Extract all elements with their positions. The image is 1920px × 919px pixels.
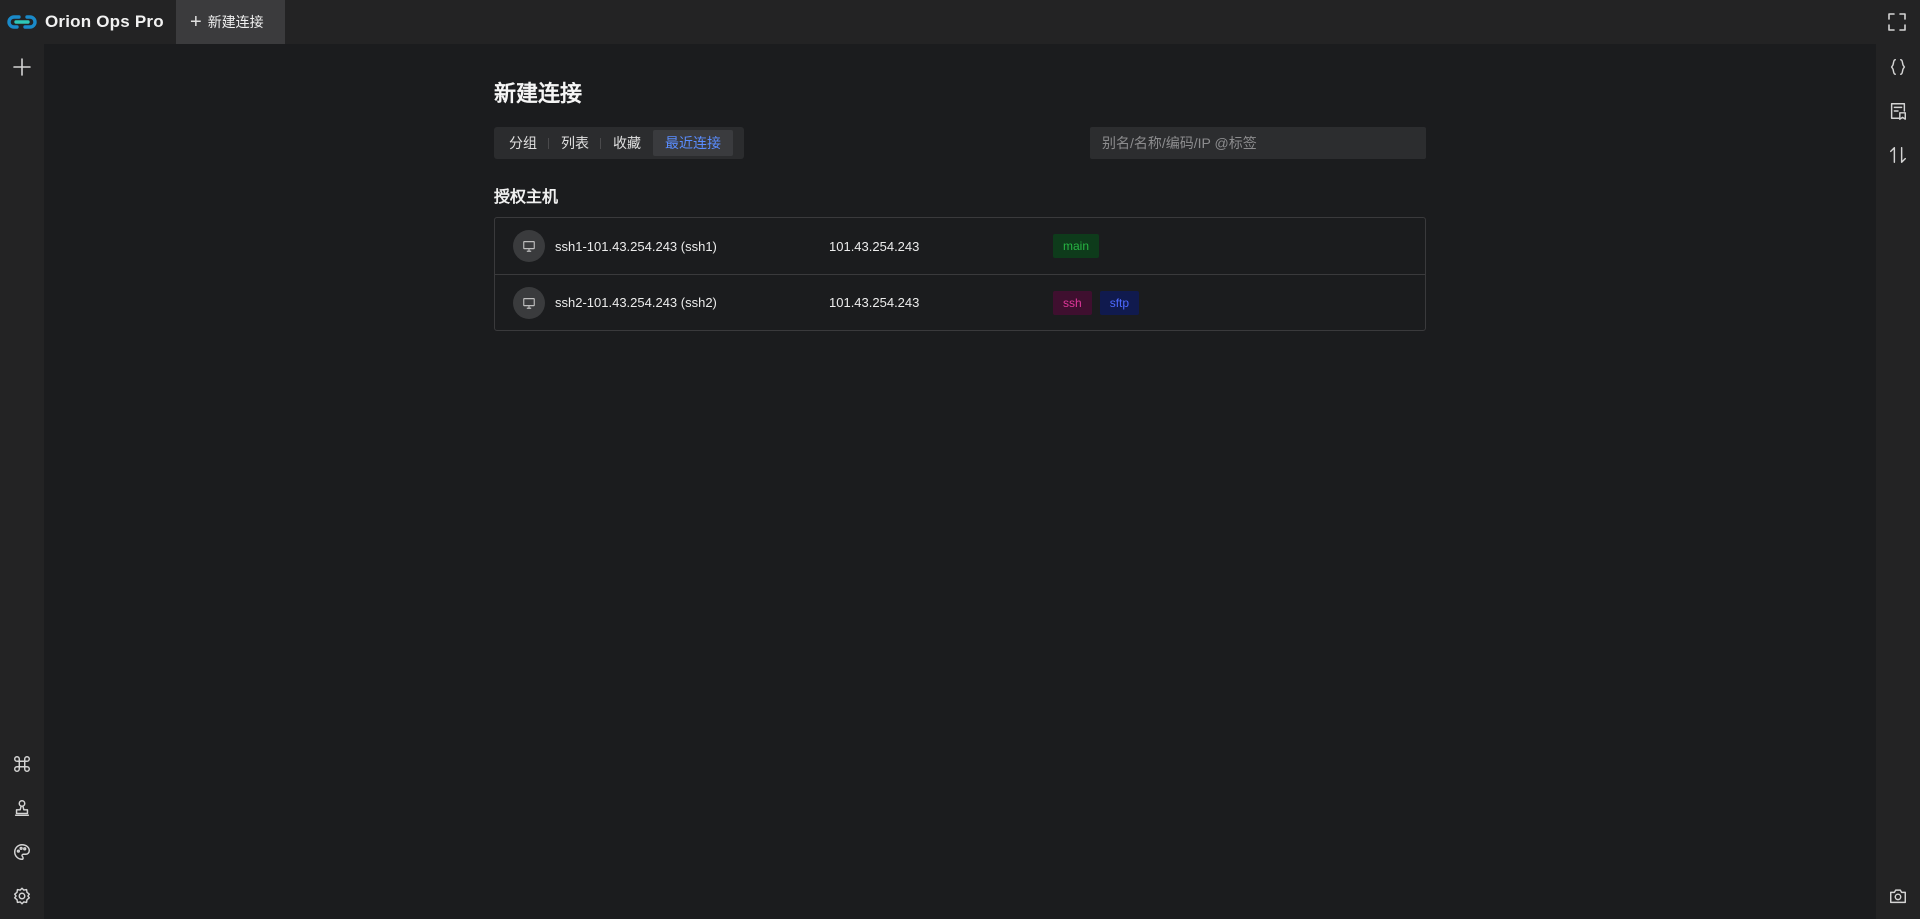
desktop-icon — [523, 241, 535, 252]
host-avatar — [513, 286, 545, 319]
stamp-icon — [14, 800, 30, 816]
settings-button[interactable] — [9, 883, 35, 909]
host-list: ssh1-101.43.254.243 (ssh1) 101.43.254.24… — [494, 217, 1426, 331]
search-box — [1090, 127, 1426, 159]
app-name: Orion Ops Pro — [45, 12, 164, 31]
gear-icon — [14, 887, 30, 905]
camera-icon — [1890, 889, 1906, 904]
snippet-button[interactable] — [1885, 98, 1911, 124]
host-avatar — [513, 230, 545, 262]
orion-logo-icon — [7, 15, 37, 29]
desktop-icon — [523, 297, 535, 309]
tab-list[interactable]: 列表 — [549, 130, 601, 156]
fullscreen-button[interactable] — [1886, 11, 1908, 33]
host-row[interactable]: ssh2-101.43.254.243 (ssh2) 101.43.254.24… — [495, 274, 1425, 330]
tab-favorites[interactable]: 收藏 — [601, 130, 653, 156]
tag-sftp: sftp — [1099, 290, 1140, 315]
top-bar: Orion Ops Pro + 新建连接 — [0, 0, 1920, 44]
braces-icon — [1890, 59, 1906, 76]
transfer-icon — [1890, 147, 1906, 163]
section-title: 授权主机 — [494, 189, 559, 206]
tab-group[interactable]: 分组 — [497, 130, 549, 156]
page-title: 新建连接 — [494, 81, 583, 106]
host-tags: main — [1053, 234, 1100, 258]
view-tabs: 分组 列表 收藏 最近连接 — [494, 127, 744, 159]
search-input[interactable] — [1102, 135, 1412, 151]
screenshot-button[interactable] — [1885, 883, 1911, 909]
host-name: ssh1-101.43.254.243 (ssh1) — [555, 238, 717, 254]
host-name: ssh2-101.43.254.243 (ssh2) — [555, 295, 717, 310]
theme-button[interactable] — [9, 839, 35, 865]
host-ip: 101.43.254.243 — [829, 295, 920, 310]
stamp-button[interactable] — [9, 795, 35, 821]
app-logo: Orion Ops Pro — [0, 0, 176, 44]
add-connection-button[interactable] — [9, 54, 35, 80]
command-button[interactable] — [9, 751, 35, 777]
plus-icon — [13, 58, 31, 76]
right-sidebar — [1876, 44, 1920, 919]
tag-ssh: ssh — [1053, 290, 1092, 315]
plus-icon: + — [190, 10, 202, 33]
fullscreen-icon — [1888, 13, 1906, 31]
palette-icon — [14, 844, 30, 860]
transfer-button[interactable] — [1885, 142, 1911, 168]
host-ip: 101.43.254.243 — [829, 238, 920, 254]
tab-recent[interactable]: 最近连接 — [653, 130, 733, 156]
host-row[interactable]: ssh1-101.43.254.243 (ssh1) 101.43.254.24… — [495, 218, 1425, 274]
tab-new-connection[interactable]: + 新建连接 — [176, 0, 285, 44]
snippet-icon — [1890, 103, 1906, 120]
tag-main: main — [1053, 234, 1100, 258]
braces-button[interactable] — [1885, 54, 1911, 80]
left-sidebar — [0, 44, 44, 919]
tab-label: 新建连接 — [207, 14, 264, 30]
host-tags: ssh sftp — [1053, 290, 1140, 315]
command-icon — [14, 756, 30, 772]
